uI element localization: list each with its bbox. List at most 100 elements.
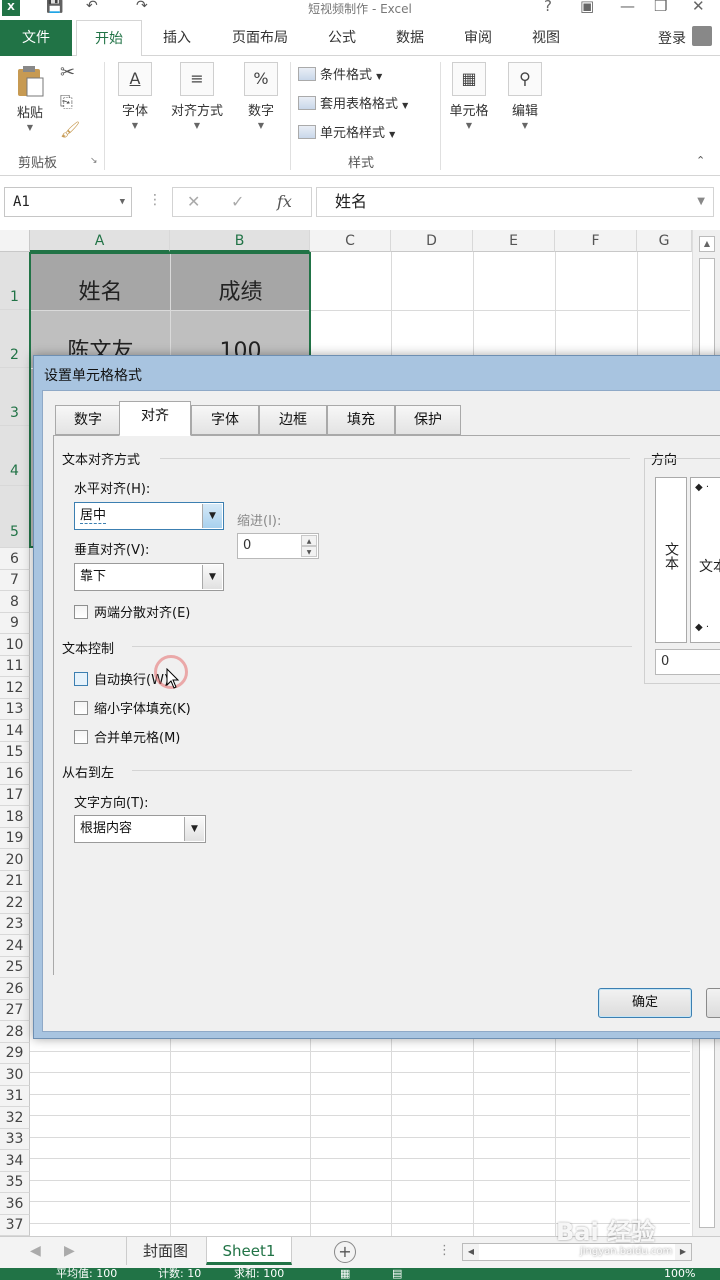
column-header[interactable]: E <box>473 230 555 252</box>
row-header[interactable]: 15 <box>0 742 30 763</box>
tab-review[interactable]: 审阅 <box>452 20 504 56</box>
cancel-icon[interactable]: ✕ <box>187 192 200 211</box>
column-header[interactable]: D <box>391 230 473 252</box>
tab-home[interactable]: 开始 <box>76 20 142 57</box>
select-all-corner[interactable] <box>0 230 30 252</box>
row-header[interactable]: 1 <box>0 252 30 310</box>
column-header[interactable]: C <box>310 230 391 252</box>
name-box[interactable]: A1 ▼ <box>4 187 132 217</box>
table-format-button[interactable]: 套用表格格式 ▼ <box>298 93 408 112</box>
checkbox-box[interactable] <box>74 605 88 619</box>
text-direction-select[interactable]: 根据内容 ▼ <box>74 815 206 843</box>
cancel-button[interactable] <box>706 988 720 1018</box>
tab-file[interactable]: 文件 <box>0 20 72 56</box>
dialog-launcher-icon[interactable]: ↘ <box>90 156 98 166</box>
row-header[interactable]: 19 <box>0 828 30 849</box>
row-header[interactable]: 21 <box>0 871 30 892</box>
zoom-level[interactable]: 100% <box>664 1268 695 1280</box>
help-icon[interactable]: ? <box>544 0 552 15</box>
ribbon-display-icon[interactable]: ▣ <box>580 0 594 15</box>
row-header[interactable]: 33 <box>0 1129 30 1150</box>
row-header[interactable]: 32 <box>0 1107 30 1129</box>
collapse-ribbon-icon[interactable]: ⌃ <box>696 154 705 167</box>
scroll-right-icon[interactable]: ▶ <box>675 1244 691 1260</box>
row-header[interactable]: 12 <box>0 677 30 699</box>
minimize-icon[interactable]: — <box>620 0 635 15</box>
sheet-tab[interactable]: 封面图 <box>126 1237 204 1265</box>
tab-data[interactable]: 数据 <box>384 20 436 56</box>
shrink-to-fit-checkbox[interactable]: 缩小字体填充(K) <box>74 698 191 717</box>
row-header[interactable]: 9 <box>0 613 30 634</box>
row-header[interactable]: 11 <box>0 656 30 677</box>
chevron-down-icon[interactable]: ▼ <box>202 565 222 589</box>
vertical-text-option[interactable]: 文本 <box>655 477 687 643</box>
cells-button[interactable]: ▦ 单元格 ▼ <box>444 62 494 130</box>
cell-b1[interactable]: 成绩 <box>171 252 310 310</box>
expand-formula-icon[interactable]: ▼ <box>697 188 705 216</box>
row-header[interactable]: 16 <box>0 763 30 785</box>
tab-fill[interactable]: 填充 <box>327 405 395 435</box>
row-header[interactable]: 8 <box>0 591 30 613</box>
checkbox-box[interactable] <box>74 730 88 744</box>
checkbox-box[interactable] <box>74 701 88 715</box>
cell-style-button[interactable]: 单元格样式 ▼ <box>298 122 395 141</box>
row-header[interactable]: 20 <box>0 849 30 871</box>
row-header[interactable]: 37 <box>0 1215 30 1236</box>
add-sheet-icon[interactable]: + <box>334 1241 356 1263</box>
tab-font[interactable]: 字体 <box>191 405 259 435</box>
copy-icon[interactable]: ⎘ <box>60 92 73 112</box>
row-header[interactable]: 27 <box>0 1000 30 1021</box>
number-button[interactable]: % 数字 ▼ <box>238 62 284 130</box>
font-button[interactable]: A 字体 ▼ <box>112 62 158 130</box>
format-painter-icon[interactable]: 🖌 <box>60 120 80 139</box>
formula-input[interactable]: 姓名 ▼ <box>316 187 714 217</box>
paste-button[interactable]: 粘贴 ▼ <box>8 64 52 132</box>
cell-a1[interactable]: 姓名 <box>31 252 170 310</box>
chevron-down-icon[interactable]: ▼ <box>120 188 125 216</box>
alignment-button[interactable]: ≡ 对齐方式 ▼ <box>164 62 230 130</box>
next-sheet-icon[interactable]: ▶ <box>64 1243 75 1259</box>
conditional-format-button[interactable]: 条件格式 ▼ <box>298 64 382 83</box>
prev-sheet-icon[interactable]: ◀ <box>30 1243 41 1259</box>
row-header[interactable]: 2 <box>0 310 30 368</box>
spin-up-icon[interactable]: ▲ <box>301 535 317 546</box>
scroll-up-icon[interactable]: ▲ <box>699 236 715 252</box>
row-header[interactable]: 3 <box>0 368 30 426</box>
insert-function-icon[interactable]: fx <box>277 192 292 211</box>
row-header[interactable]: 25 <box>0 957 30 978</box>
column-header[interactable]: G <box>637 230 692 252</box>
orientation-dial[interactable]: ◆ · 文本 ◆ · <box>690 477 720 643</box>
row-header[interactable]: 31 <box>0 1086 30 1107</box>
normal-view-icon[interactable]: ▦ <box>340 1268 350 1280</box>
row-header[interactable]: 13 <box>0 699 30 720</box>
merge-cells-checkbox[interactable]: 合并单元格(M) <box>74 727 180 746</box>
row-header[interactable]: 36 <box>0 1193 30 1215</box>
tab-formulas[interactable]: 公式 <box>316 20 368 56</box>
row-header[interactable]: 5 <box>0 486 30 548</box>
row-header[interactable]: 24 <box>0 935 30 957</box>
tab-insert[interactable]: 插入 <box>148 20 206 56</box>
row-header[interactable]: 14 <box>0 720 30 742</box>
vertical-align-select[interactable]: 靠下 ▼ <box>74 563 224 591</box>
sheet-tab-active[interactable]: Sheet1 <box>206 1237 292 1265</box>
tab-border[interactable]: 边框 <box>259 405 327 435</box>
row-header[interactable]: 34 <box>0 1150 30 1172</box>
row-header[interactable]: 30 <box>0 1064 30 1086</box>
chevron-down-icon[interactable]: ▼ <box>202 504 222 528</box>
row-header[interactable]: 28 <box>0 1021 30 1043</box>
justify-distributed-checkbox[interactable]: 两端分散对齐(E) <box>74 602 190 621</box>
horizontal-align-select[interactable]: 居中 ▼ <box>74 502 224 530</box>
spin-down-icon[interactable]: ▼ <box>301 546 317 557</box>
row-header[interactable]: 10 <box>0 634 30 656</box>
scroll-left-icon[interactable]: ◀ <box>463 1244 479 1260</box>
cut-icon[interactable]: ✂ <box>60 62 75 83</box>
row-header[interactable]: 23 <box>0 914 30 935</box>
column-header[interactable]: A <box>30 230 170 252</box>
tab-alignment[interactable]: 对齐 <box>119 401 191 436</box>
close-icon[interactable]: ✕ <box>692 0 705 15</box>
checkbox-box[interactable] <box>74 672 88 686</box>
edit-button[interactable]: ⚲ 编辑 ▼ <box>502 62 548 130</box>
tab-page-layout[interactable]: 页面布局 <box>220 20 300 56</box>
column-header[interactable]: F <box>555 230 637 252</box>
column-header[interactable]: B <box>170 230 310 252</box>
